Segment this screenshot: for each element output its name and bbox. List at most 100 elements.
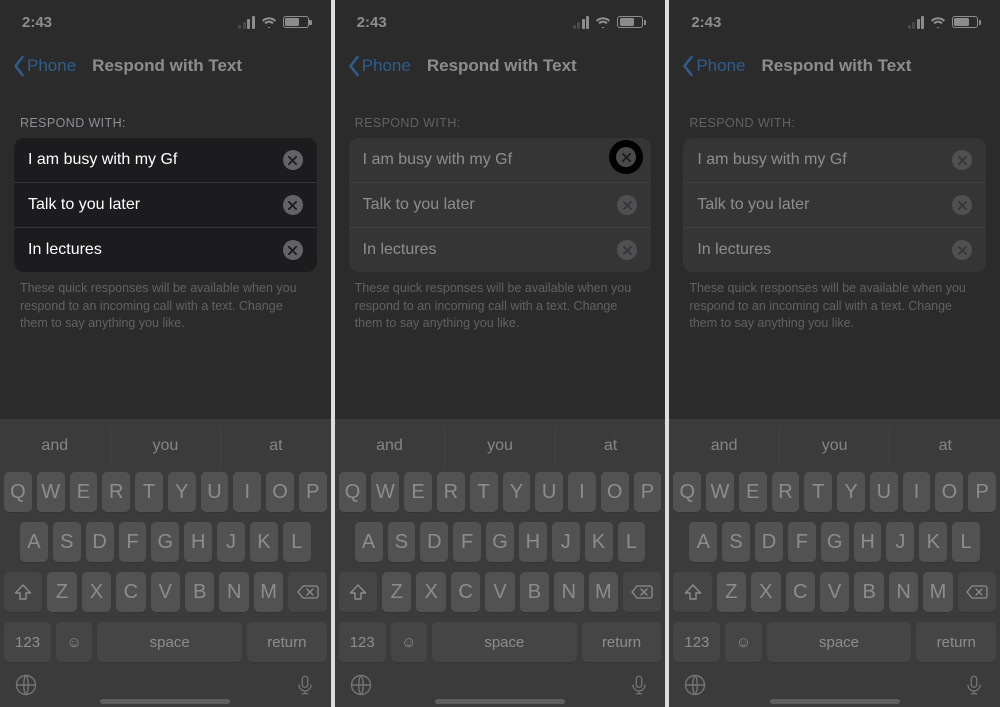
response-row[interactable]: Talk to you later	[14, 182, 317, 227]
emoji-key[interactable]: ☺	[725, 622, 761, 662]
emoji-key[interactable]: ☺	[56, 622, 92, 662]
response-row[interactable]: Talk to you later	[683, 182, 986, 227]
key-u[interactable]: U	[201, 472, 229, 512]
key-j[interactable]: J	[886, 522, 914, 562]
emoji-key[interactable]: ☺	[391, 622, 427, 662]
clear-button[interactable]	[952, 150, 972, 170]
key-j[interactable]: J	[552, 522, 580, 562]
clear-button[interactable]	[616, 147, 636, 167]
response-row[interactable]: In lectures	[14, 227, 317, 272]
key-y[interactable]: Y	[837, 472, 865, 512]
return-key[interactable]: return	[582, 622, 662, 662]
key-k[interactable]: K	[585, 522, 613, 562]
key-y[interactable]: Y	[168, 472, 196, 512]
key-j[interactable]: J	[217, 522, 245, 562]
mic-key[interactable]	[625, 671, 653, 699]
key-p[interactable]: P	[299, 472, 327, 512]
key-w[interactable]: W	[37, 472, 65, 512]
key-m[interactable]: M	[923, 572, 952, 612]
backspace-key[interactable]	[288, 572, 326, 612]
clear-button[interactable]	[952, 240, 972, 260]
predictive-word[interactable]: you	[444, 425, 555, 467]
return-key[interactable]: return	[247, 622, 327, 662]
key-t[interactable]: T	[135, 472, 163, 512]
key-z[interactable]: Z	[382, 572, 411, 612]
key-q[interactable]: Q	[4, 472, 32, 512]
key-u[interactable]: U	[870, 472, 898, 512]
clear-button[interactable]	[283, 195, 303, 215]
numbers-key[interactable]: 123	[673, 622, 720, 662]
key-v[interactable]: V	[151, 572, 180, 612]
key-s[interactable]: S	[722, 522, 750, 562]
home-indicator[interactable]	[100, 699, 230, 704]
key-i[interactable]: I	[903, 472, 931, 512]
key-m[interactable]: M	[589, 572, 618, 612]
space-key[interactable]: space	[97, 622, 242, 662]
space-key[interactable]: space	[767, 622, 912, 662]
key-d[interactable]: D	[86, 522, 114, 562]
return-key[interactable]: return	[916, 622, 996, 662]
key-n[interactable]: N	[554, 572, 583, 612]
numbers-key[interactable]: 123	[339, 622, 386, 662]
home-indicator[interactable]	[770, 699, 900, 704]
key-h[interactable]: H	[519, 522, 547, 562]
key-b[interactable]: B	[520, 572, 549, 612]
key-o[interactable]: O	[266, 472, 294, 512]
key-q[interactable]: Q	[673, 472, 701, 512]
back-button[interactable]: Phone	[6, 51, 82, 81]
predictive-word[interactable]: and	[669, 425, 779, 467]
key-w[interactable]: W	[371, 472, 399, 512]
key-x[interactable]: X	[751, 572, 780, 612]
numbers-key[interactable]: 123	[4, 622, 51, 662]
globe-key[interactable]	[12, 671, 40, 699]
predictive-word[interactable]: and	[0, 425, 110, 467]
key-f[interactable]: F	[453, 522, 481, 562]
clear-button[interactable]	[283, 240, 303, 260]
predictive-word[interactable]: you	[779, 425, 890, 467]
response-row[interactable]: I am busy with my Gf	[14, 138, 317, 182]
key-k[interactable]: K	[919, 522, 947, 562]
key-h[interactable]: H	[184, 522, 212, 562]
clear-button[interactable]	[617, 195, 637, 215]
clear-button[interactable]	[952, 195, 972, 215]
key-a[interactable]: A	[20, 522, 48, 562]
key-f[interactable]: F	[119, 522, 147, 562]
key-k[interactable]: K	[250, 522, 278, 562]
key-c[interactable]: C	[786, 572, 815, 612]
key-e[interactable]: E	[70, 472, 98, 512]
key-m[interactable]: M	[254, 572, 283, 612]
key-g[interactable]: G	[151, 522, 179, 562]
response-row[interactable]: I am busy with my Gf	[683, 138, 986, 182]
key-n[interactable]: N	[889, 572, 918, 612]
key-r[interactable]: R	[437, 472, 465, 512]
key-e[interactable]: E	[739, 472, 767, 512]
predictive-word[interactable]: and	[335, 425, 445, 467]
key-h[interactable]: H	[854, 522, 882, 562]
response-row[interactable]: I am busy with my Gf	[349, 138, 652, 182]
key-a[interactable]: A	[689, 522, 717, 562]
key-g[interactable]: G	[821, 522, 849, 562]
key-i[interactable]: I	[568, 472, 596, 512]
key-l[interactable]: L	[283, 522, 311, 562]
key-a[interactable]: A	[355, 522, 383, 562]
key-i[interactable]: I	[233, 472, 261, 512]
key-d[interactable]: D	[755, 522, 783, 562]
key-o[interactable]: O	[935, 472, 963, 512]
key-l[interactable]: L	[618, 522, 646, 562]
key-p[interactable]: P	[968, 472, 996, 512]
key-v[interactable]: V	[820, 572, 849, 612]
key-v[interactable]: V	[485, 572, 514, 612]
mic-key[interactable]	[291, 671, 319, 699]
key-t[interactable]: T	[470, 472, 498, 512]
clear-button[interactable]	[617, 240, 637, 260]
key-b[interactable]: B	[185, 572, 214, 612]
key-x[interactable]: X	[416, 572, 445, 612]
key-q[interactable]: Q	[339, 472, 367, 512]
predictive-word[interactable]: at	[889, 425, 1000, 467]
key-r[interactable]: R	[102, 472, 130, 512]
key-r[interactable]: R	[772, 472, 800, 512]
space-key[interactable]: space	[432, 622, 577, 662]
key-b[interactable]: B	[854, 572, 883, 612]
key-g[interactable]: G	[486, 522, 514, 562]
back-button[interactable]: Phone	[341, 51, 417, 81]
